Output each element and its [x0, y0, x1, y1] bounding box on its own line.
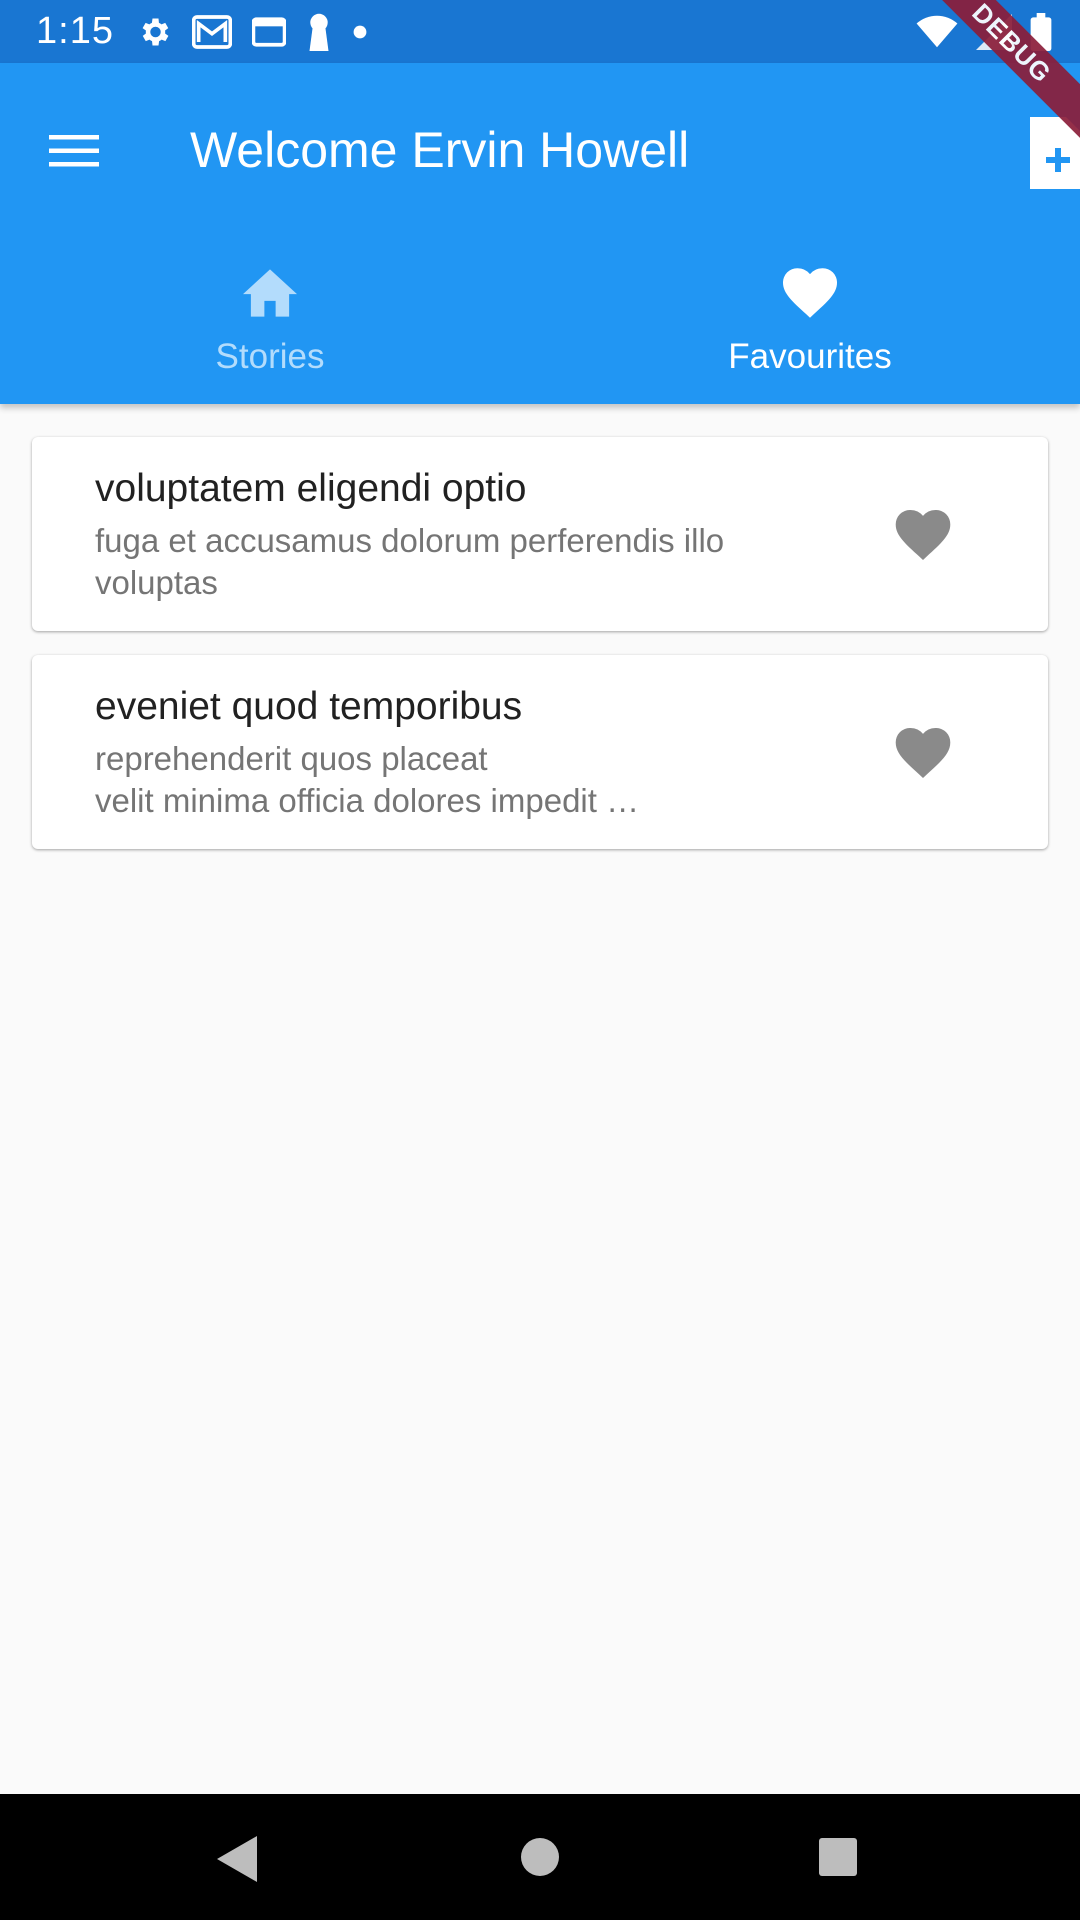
heart-icon	[783, 268, 837, 318]
favourite-button[interactable]	[888, 723, 958, 783]
story-subtitle: fuga et accusamus dolorum perferendis il…	[95, 522, 725, 601]
heart-icon	[895, 510, 951, 560]
app-bar: Welcome Ervin Howell Stories Favourites	[0, 63, 1080, 404]
back-icon[interactable]	[215, 1834, 261, 1884]
status-icons-left	[136, 12, 368, 52]
menu-button[interactable]	[34, 111, 114, 191]
favourite-button[interactable]	[888, 505, 958, 565]
tab-stories[interactable]: Stories	[0, 233, 540, 404]
story-card[interactable]: voluptatem eligendi optio fuga et accusa…	[32, 437, 1048, 631]
story-card[interactable]: eveniet quod temporibus reprehenderit qu…	[32, 655, 1048, 849]
recents-icon[interactable]	[817, 1836, 859, 1878]
gear-icon	[142, 18, 169, 46]
favourites-list: voluptatem eligendi optio fuga et accusa…	[32, 437, 1048, 873]
dot-icon	[353, 25, 367, 39]
sim-card-icon	[252, 17, 286, 47]
tab-stories-label: Stories	[215, 337, 325, 376]
keyhole-icon	[309, 13, 329, 51]
page-title: Welcome Ervin Howell	[190, 122, 690, 178]
hamburger-menu-icon	[49, 135, 99, 167]
tab-bar: Stories Favourites	[0, 233, 1080, 404]
gmail-icon	[192, 15, 232, 49]
status-time: 1:15	[36, 10, 114, 52]
story-title: eveniet quod temporibus	[95, 685, 523, 728]
home-circle-icon[interactable]	[519, 1836, 561, 1878]
tab-favourites-label: Favourites	[728, 337, 892, 376]
home-icon	[243, 269, 297, 317]
tab-favourites[interactable]: Favourites	[540, 233, 1080, 404]
heart-icon	[895, 728, 951, 778]
story-subtitle: reprehenderit quos placeat velit minima …	[95, 740, 640, 819]
system-nav-bar	[0, 1794, 1080, 1920]
status-bar: 1:15	[0, 0, 1080, 63]
story-title: voluptatem eligendi optio	[95, 467, 527, 510]
wifi-icon	[916, 15, 958, 48]
